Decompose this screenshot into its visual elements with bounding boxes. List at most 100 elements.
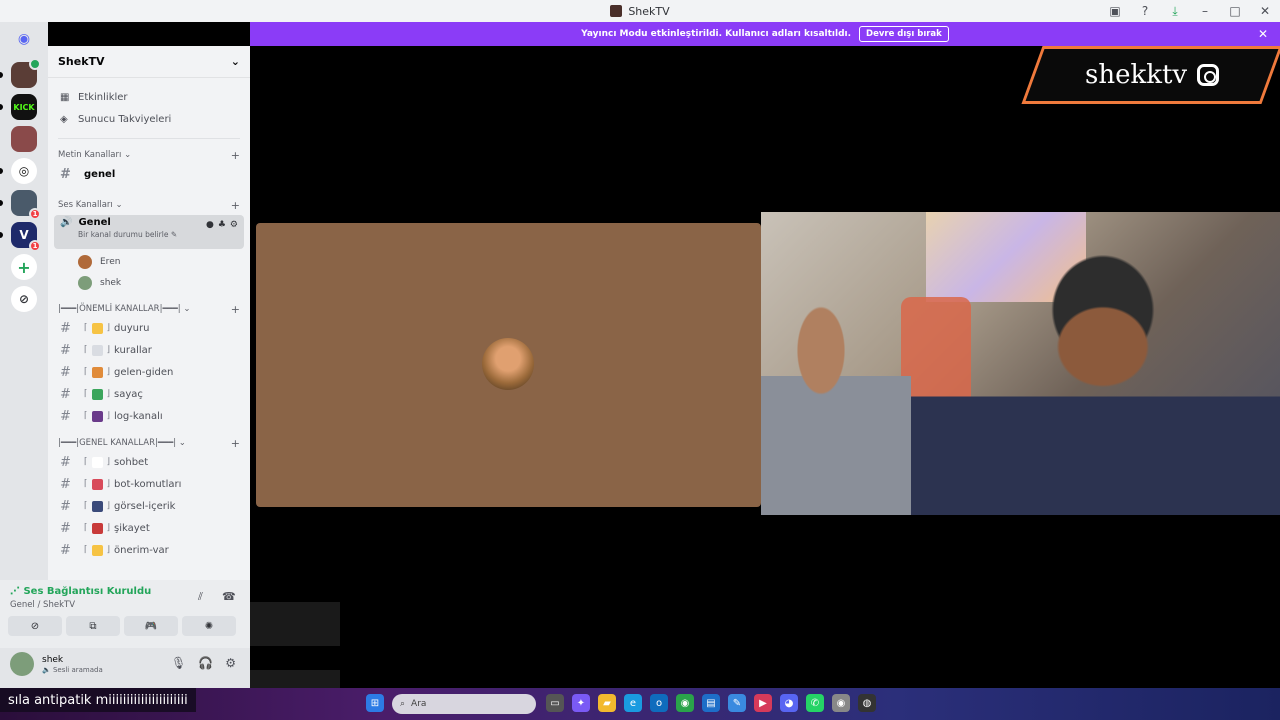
hash-icon: # [60,498,71,514]
soundboard-button[interactable]: ✺ [182,616,236,636]
app-icon[interactable]: ▶ [754,694,772,712]
screenshare-button[interactable]: ⧉ [66,616,120,636]
help-icon[interactable]: ? [1130,0,1160,22]
voice-member[interactable]: shek [78,272,250,293]
disconnect-icon[interactable]: ☎ [222,590,236,603]
unread-indicator [0,200,3,206]
disable-streamer-mode-button[interactable]: Devre dışı bırak [859,26,949,42]
task-view-icon[interactable]: ▭ [546,694,564,712]
server-kick-icon[interactable]: KICK [11,94,37,120]
add-channel-icon[interactable]: + [231,149,240,162]
bracket: ⌈ [84,501,88,511]
voice-location[interactable]: Genel / ShekTV [10,600,75,610]
camera-button[interactable]: ⊘ [8,616,62,636]
noise-suppression-icon[interactable]: ⫽ [198,590,203,604]
bracket: ⌈ [84,411,88,421]
voice-channel-label: Genel [78,217,111,228]
category-important[interactable]: |━━━|ÖNEMLİ KANALLAR|━━━| ⌄ + [48,301,250,317]
settings-icon[interactable]: ⚙ [225,656,236,670]
edge-icon[interactable]: e [624,694,642,712]
minimize-icon[interactable]: – [1190,0,1220,22]
whatsapp-icon[interactable]: ✆ [806,694,824,712]
channel-item[interactable]: # ⌈ ⌋ kurallar [54,339,244,361]
chrome-icon[interactable]: ◉ [832,694,850,712]
hash-icon: # [60,476,71,492]
channel-emoji-icon [91,344,103,356]
channel-genel[interactable]: # genel [54,163,244,185]
bracket: ⌋ [106,523,111,533]
copilot-icon[interactable]: ✦ [572,694,590,712]
hash-icon: # [60,320,71,336]
bracket: ⌋ [106,545,111,555]
obs-icon[interactable]: ◍ [858,694,876,712]
participant-tile[interactable] [256,223,761,507]
app-icon[interactable]: ✎ [728,694,746,712]
channel-item[interactable]: # ⌈ ⌋ log-kanalı [54,405,244,427]
discover-icon[interactable]: ⊘ [11,286,37,312]
channel-emoji-icon [91,544,103,556]
add-server-icon[interactable]: + [11,254,37,280]
discord-home-icon[interactable]: ◉ [11,26,37,52]
channel-item[interactable]: # ⌈ ⌋ görsel-içerik [54,495,244,517]
chrome-icon[interactable]: ◉ [676,694,694,712]
channel-emoji-icon [91,522,103,534]
add-channel-icon[interactable]: + [231,437,240,450]
hash-icon: # [60,386,71,402]
channel-item[interactable]: # ⌈ ⌋ gelen-giden [54,361,244,383]
avatar[interactable] [10,652,34,676]
channel-status-label[interactable]: Bir kanal durumu belirle [78,230,168,239]
bracket: ⌋ [106,411,111,421]
settings-icon[interactable]: ⚙ [230,220,238,230]
headphones-icon[interactable]: 🎧 [198,656,213,670]
server-boosts-label: Sunucu Takviyeleri [78,113,172,125]
events-link[interactable]: ▦ Etkinlikler [48,86,250,108]
maximize-icon[interactable]: □ [1220,0,1250,22]
server-icon[interactable]: ◎ [11,158,37,184]
chevron-down-icon: ⌄ [230,55,240,68]
camera-video-tile[interactable] [761,212,1280,515]
activity-button[interactable]: 🎮 [124,616,178,636]
taskbar-search[interactable]: ⌕ Ara [392,694,536,714]
microphone-icon[interactable]: 🎙 [171,656,186,670]
streamer-mode-banner: Yayıncı Modu etkinleştirildi. Kullanıcı … [250,22,1280,46]
member-name: shek [100,277,122,288]
channel-sidebar: ShekTV ⌄ ▦ Etkinlikler ◈ Sunucu Takviyel… [48,46,250,580]
file-explorer-icon[interactable]: ▰ [598,694,616,712]
outlook-icon[interactable]: o [650,694,668,712]
chat-icon[interactable]: ● [206,220,214,230]
voice-channel-genel[interactable]: 🔊 Genel Bir kanal durumu belirle ✎ ● ♣ ⚙ [54,215,244,249]
app-icon[interactable]: ▤ [702,694,720,712]
title-bar: ShekTV ▣ ? ⤓ – □ ✕ [0,0,1280,22]
discord-icon[interactable]: ◕ [780,694,798,712]
invite-icon[interactable]: ♣ [218,220,226,230]
category-text-channels[interactable]: Metin Kanalları ⌄ + [48,147,250,163]
hash-icon: # [60,454,71,470]
close-icon[interactable]: ✕ [1258,27,1268,41]
add-channel-icon[interactable]: + [231,303,240,316]
channel-item[interactable]: # ⌈ ⌋ bot-komutları [54,473,244,495]
server-icon[interactable]: 1 [11,190,41,220]
channel-item[interactable]: # ⌈ ⌋ önerim-var [54,539,244,561]
mention-badge: 1 [29,240,41,252]
channel-item[interactable]: # ⌈ ⌋ duyuru [54,317,244,339]
server-boosts-link[interactable]: ◈ Sunucu Takviyeleri [48,108,250,130]
close-icon[interactable]: ✕ [1250,0,1280,22]
category-voice-channels[interactable]: Ses Kanalları ⌄ + [48,197,250,213]
instagram-icon [1197,64,1220,86]
server-icon[interactable] [11,126,37,152]
server-icon[interactable]: V 1 [11,222,41,252]
category-general[interactable]: |━━━|GENEL KANALLAR|━━━| ⌄ + [48,435,250,451]
download-icon[interactable]: ⤓ [1160,0,1190,22]
server-shektv-icon[interactable] [11,58,41,88]
avatar [78,275,92,290]
bracket: ⌋ [106,501,111,511]
start-icon[interactable]: ⊞ [366,694,384,712]
voice-connected-status[interactable]: ⋰ Ses Bağlantısı Kuruldu [10,586,151,597]
channel-item[interactable]: # ⌈ ⌋ şikayet [54,517,244,539]
voice-member[interactable]: Eren [78,251,250,272]
channel-item[interactable]: # ⌈ ⌋ sayaç [54,383,244,405]
add-channel-icon[interactable]: + [231,199,240,212]
server-header[interactable]: ShekTV ⌄ [48,46,250,78]
inbox-icon[interactable]: ▣ [1100,0,1130,22]
channel-item[interactable]: # ⌈ ⌋ sohbet [54,451,244,473]
